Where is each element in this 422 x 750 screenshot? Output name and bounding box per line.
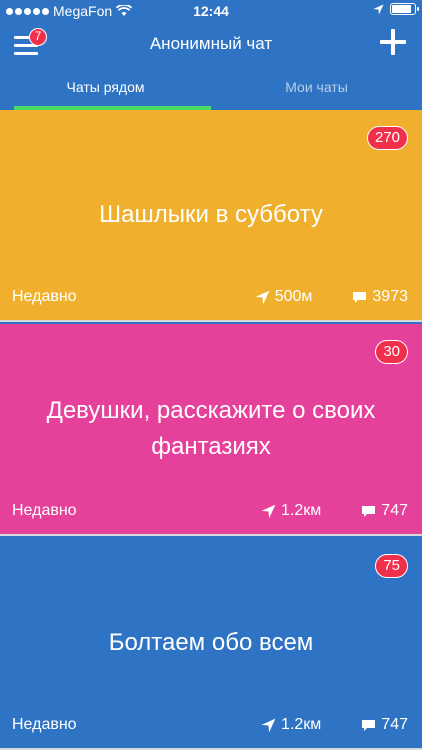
messages-item: 747 [361,502,408,520]
battery-fill [392,5,411,13]
chat-message-count: 747 [381,502,408,519]
location-arrow-icon [255,290,270,304]
messages-item: 3973 [352,288,408,306]
chat-distance: 500м [274,288,313,305]
chat-title: Шашлыки в субботу [99,201,323,228]
chat-meta: 500м 3973 [255,288,408,306]
distance-item: 500м [255,288,313,306]
chat-message-count: 747 [381,716,408,733]
participants-badge: 75 [375,554,408,578]
chat-title: Болтаем обо всем [108,629,314,656]
messages-item: 747 [361,716,408,734]
distance-item: 1.2км [261,716,321,734]
chat-card[interactable]: 30 Девушки, расскажите о своих фантазиях… [0,324,422,536]
chat-time: Недавно [12,288,77,305]
participants-badge: 270 [366,126,408,150]
location-arrow-icon [261,718,276,732]
add-chat-button[interactable] [380,29,406,55]
chat-distance: 1.2км [281,502,322,519]
nav-bar: 7 Анонимный чат [0,22,422,66]
status-right [373,3,419,15]
tab-nearby-chats[interactable]: Чаты рядом [0,66,211,110]
chat-footer: Недавно 1.2км 747 [12,716,408,736]
chat-card[interactable]: 270 Шашлыки в субботу Недавно 500м 3973 [0,110,422,322]
chat-time: Недавно [12,716,77,733]
chat-time: Недавно [12,502,77,519]
location-arrow-icon [373,3,384,15]
participants-badge: 30 [375,340,408,364]
location-arrow-icon [261,504,276,518]
chat-meta: 1.2км 747 [261,716,408,734]
status-time: 12:44 [193,3,229,19]
speech-bubble-icon [353,291,367,303]
distance-item: 1.2км [261,502,321,520]
battery-icon [390,3,419,15]
chat-card[interactable]: 75 Болтаем обо всем Недавно 1.2км 747 [0,538,422,750]
page-title: Анонимный чат [149,34,273,53]
chat-footer: Недавно 500м 3973 [12,288,408,308]
speech-bubble-icon [362,505,376,517]
chat-title: Девушки, расскажите о своих фантазиях [46,397,376,460]
tab-bar: Чаты рядом Мои чаты [0,66,422,110]
speech-bubble-icon [362,719,376,731]
status-bar: MegaFon 12:44 [0,0,422,22]
tab-my-chats[interactable]: Мои чаты [211,66,422,110]
chat-message-count: 3973 [372,288,408,305]
chat-meta: 1.2км 747 [261,502,408,520]
chat-footer: Недавно 1.2км 747 [12,502,408,522]
chat-distance: 1.2км [281,716,322,733]
